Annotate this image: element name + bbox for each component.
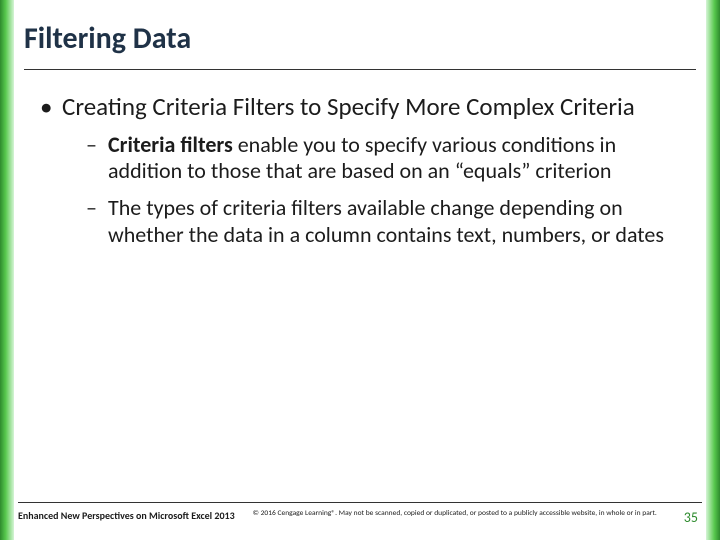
bullet-l2a-bold: Criteria filters (108, 131, 233, 158)
bullet-l2-item: Criteria filters enable you to specify v… (62, 132, 680, 186)
title-underline (24, 69, 696, 70)
right-accent-bar (706, 0, 720, 540)
footer-copyright: © 2016 Cengage Learning®. May not be sca… (253, 509, 666, 518)
bullet-l2b-text: The types of criteria filters available … (108, 194, 664, 248)
left-accent-bar (0, 0, 14, 540)
bullet-l1-item: Creating Criteria Filters to Specify Mor… (40, 92, 680, 249)
footer: Enhanced New Perspectives on Microsoft E… (18, 502, 702, 526)
footer-row: Enhanced New Perspectives on Microsoft E… (18, 509, 702, 526)
footer-rule (18, 502, 702, 503)
footer-source: Enhanced New Perspectives on Microsoft E… (18, 509, 235, 522)
slide-title: Filtering Data (24, 20, 696, 63)
page-number: 35 (684, 509, 702, 526)
bullet-l1-text: Creating Criteria Filters to Specify Mor… (62, 91, 635, 122)
bullet-l2-item: The types of criteria filters available … (62, 195, 680, 249)
bullet-list-level1: Creating Criteria Filters to Specify Mor… (40, 92, 680, 249)
body-content: Creating Criteria Filters to Specify Mor… (40, 92, 680, 259)
slide: Filtering Data Creating Criteria Filters… (0, 0, 720, 540)
title-area: Filtering Data (24, 20, 696, 70)
bullet-list-level2: Criteria filters enable you to specify v… (62, 132, 680, 249)
